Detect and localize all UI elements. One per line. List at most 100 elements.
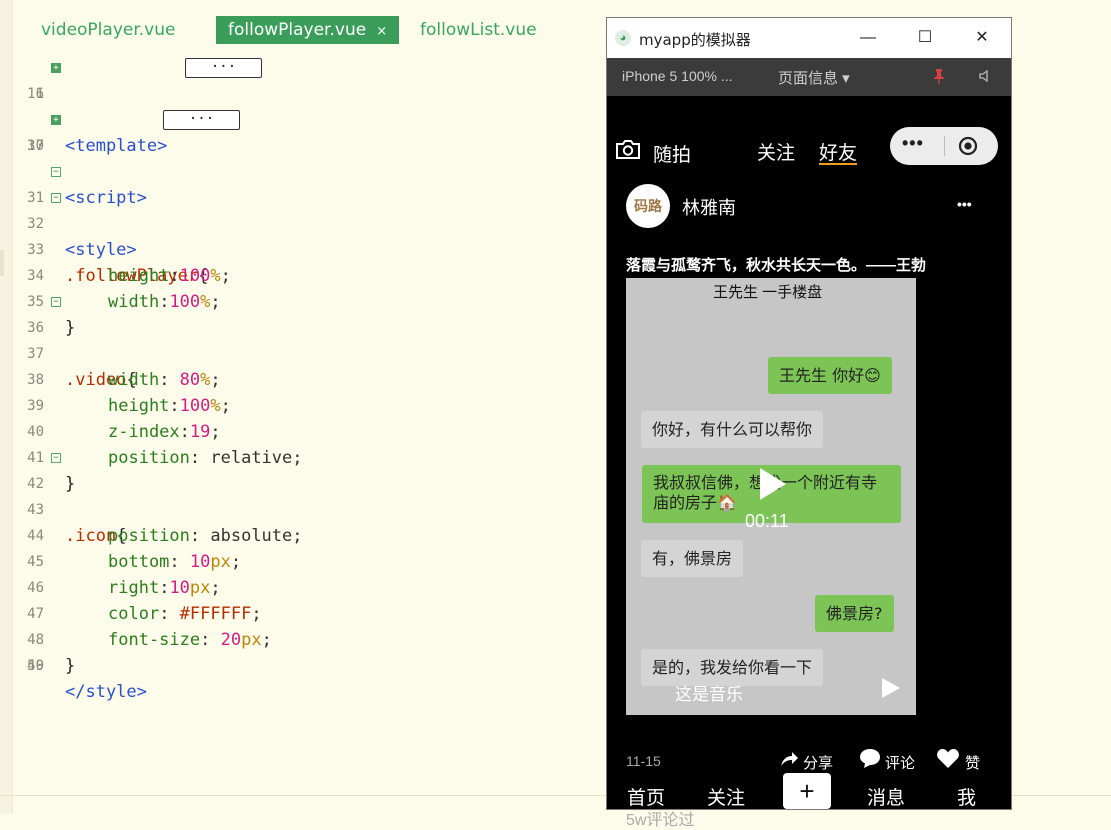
css-property: right — [108, 578, 160, 598]
pin-icon[interactable] — [932, 68, 946, 84]
post-caption: 落霞与孤鹜齐飞，秋水共长天一色。——王勃 — [626, 257, 927, 274]
video-player[interactable]: 王先生 一手楼盘 王先生 你好😊 你好，有什么可以帮你 我叔叔信佛，想找一个附近… — [626, 278, 916, 715]
colon: : — [159, 604, 180, 624]
collapsed-block-button[interactable]: ··· — [185, 58, 262, 78]
css-number: 100 — [179, 266, 211, 286]
semicolon: ; — [220, 396, 231, 416]
collapsed-block-button[interactable]: ··· — [163, 110, 240, 130]
style-open-tag: <style> — [65, 240, 137, 260]
comment-icon[interactable] — [859, 748, 881, 768]
page-info-dropdown[interactable]: 页面信息 ▾ — [778, 67, 850, 88]
code-line: 48 } — [0, 601, 75, 676]
line-number: 16 — [27, 86, 44, 102]
css-property: bottom — [108, 552, 170, 572]
fold-collapse-icon[interactable]: − — [51, 453, 61, 463]
maximize-button[interactable]: ☐ — [912, 26, 938, 50]
css-property: width — [108, 292, 160, 312]
tab-videoplayer[interactable]: videoPlayer.vue — [29, 16, 187, 44]
css-unit: px — [189, 578, 211, 598]
css-number: 100 — [169, 292, 201, 312]
username[interactable]: 林雅南 — [682, 194, 736, 220]
capsule-divider — [944, 136, 945, 156]
chat-bubble-sent: 佛景房? — [815, 595, 894, 632]
more-icon[interactable]: ••• — [902, 133, 924, 154]
semicolon: ; — [210, 370, 221, 390]
simulator-window: ◕ myapp的模拟器 — ☐ ✕ iPhone 5 100% ... 页面信息… — [606, 17, 1012, 829]
comments-count: 5w评论过 — [626, 812, 695, 829]
colon: : — [169, 396, 180, 416]
semicolon: ; — [210, 422, 221, 442]
code-line: 33 height:100%; — [0, 211, 231, 286]
css-number: 20 — [220, 630, 242, 650]
music-label: 这是音乐 — [675, 685, 743, 704]
tab-label: videoPlayer.vue — [41, 20, 176, 40]
semicolon: ; — [220, 266, 231, 286]
comment-label[interactable]: 评论 — [885, 752, 915, 773]
like-label[interactable]: 赞 — [965, 752, 980, 773]
share-label[interactable]: 分享 — [803, 752, 833, 773]
css-unit: % — [200, 370, 211, 390]
camera-label[interactable]: 随拍 — [653, 140, 691, 167]
tab-followplayer[interactable]: followPlayer.vue × — [216, 16, 400, 44]
css-property: z-index — [108, 422, 180, 442]
device-selector[interactable]: iPhone 5 100% ... — [622, 68, 733, 84]
close-button[interactable]: ✕ — [969, 26, 995, 50]
avatar[interactable]: 码路 — [626, 184, 670, 228]
code-line: 49 </style> — [0, 627, 147, 702]
tab-friends[interactable]: 好友 — [819, 138, 857, 165]
semicolon: ; — [230, 552, 242, 572]
tab-underline — [819, 163, 857, 165]
semicolon: ; — [261, 630, 272, 650]
fold-collapse-icon[interactable]: − — [51, 167, 61, 177]
css-number: 10 — [169, 578, 190, 598]
nav-me[interactable]: 我 — [957, 783, 976, 810]
css-property: width — [108, 370, 160, 390]
play-icon[interactable] — [880, 676, 902, 700]
css-property: color — [108, 604, 160, 624]
heart-icon[interactable] — [936, 748, 960, 769]
speaker-icon[interactable] — [979, 69, 993, 83]
more-options-icon[interactable]: ••• — [957, 196, 972, 212]
fold-expand-icon[interactable]: + — [51, 63, 61, 73]
css-value: relative — [210, 448, 293, 468]
fold-expand-icon[interactable]: + — [51, 115, 61, 125]
brace: } — [65, 474, 76, 494]
colon: : — [169, 266, 180, 286]
code-line: 41 } — [0, 419, 75, 494]
chat-bubble-received: 有，佛景房 — [641, 540, 744, 577]
add-button[interactable]: + — [783, 773, 831, 809]
share-icon[interactable] — [779, 750, 799, 768]
code-line: 39 z-index:19; — [0, 367, 221, 442]
code-line: 37 width: 80%; — [0, 315, 221, 390]
nav-messages[interactable]: 消息 — [867, 783, 905, 810]
css-unit: px — [210, 552, 231, 572]
semicolon: ; — [210, 578, 221, 598]
colon: : — [169, 552, 190, 572]
tab-followlist[interactable]: followList.vue — [408, 16, 549, 44]
brace: } — [65, 656, 76, 676]
code-line: 46 color: #FFFFFF; — [0, 549, 261, 624]
semicolon: ; — [251, 604, 262, 624]
fold-collapse-icon[interactable]: − — [51, 193, 61, 203]
colon: : — [159, 292, 170, 312]
simulator-titlebar[interactable]: ◕ myapp的模拟器 — ☐ ✕ — [607, 18, 1011, 58]
camera-icon[interactable] — [615, 138, 641, 160]
fold-collapse-icon[interactable]: − — [51, 297, 61, 307]
close-icon[interactable]: × — [376, 24, 387, 39]
code-line: 1 + <template> ··· — [0, 55, 262, 156]
chat-bubble-received: 你好，有什么可以帮你 — [641, 411, 824, 448]
play-icon[interactable] — [758, 466, 788, 502]
nav-follow[interactable]: 关注 — [707, 783, 745, 810]
message-line: 庙的房子🏠 — [653, 493, 737, 512]
css-number: 100 — [179, 396, 211, 416]
css-unit: % — [210, 396, 221, 416]
code-line: 44 bottom: 10px; — [0, 497, 241, 572]
video-time: 00:11 — [745, 511, 789, 531]
tab-label: followList.vue — [420, 20, 537, 40]
semicolon: ; — [210, 292, 221, 312]
minimize-button[interactable]: — — [855, 26, 881, 50]
tab-follow[interactable]: 关注 — [757, 138, 795, 165]
exit-circle-icon[interactable] — [958, 136, 978, 156]
chat-title: 王先生 一手楼盘 — [713, 284, 823, 301]
code-line: 34 width:100%; — [0, 237, 221, 312]
